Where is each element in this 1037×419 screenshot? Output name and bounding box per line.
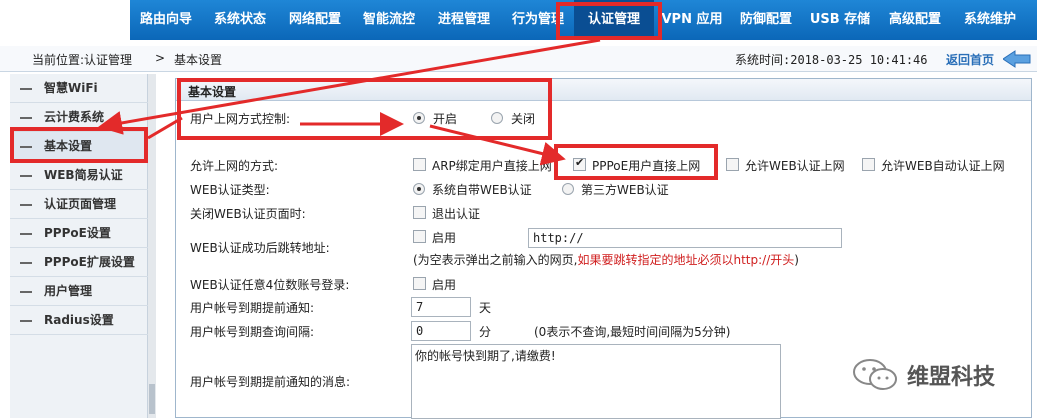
arrow-sidebar-to-panel bbox=[147, 116, 183, 140]
watermark-text: 维盟科技 bbox=[907, 365, 996, 390]
wechat-icon bbox=[853, 359, 897, 390]
arrow-to-pppoe bbox=[429, 124, 566, 166]
arrow-nav-to-sidebar bbox=[98, 38, 601, 135]
annotation-arrows bbox=[98, 38, 601, 166]
